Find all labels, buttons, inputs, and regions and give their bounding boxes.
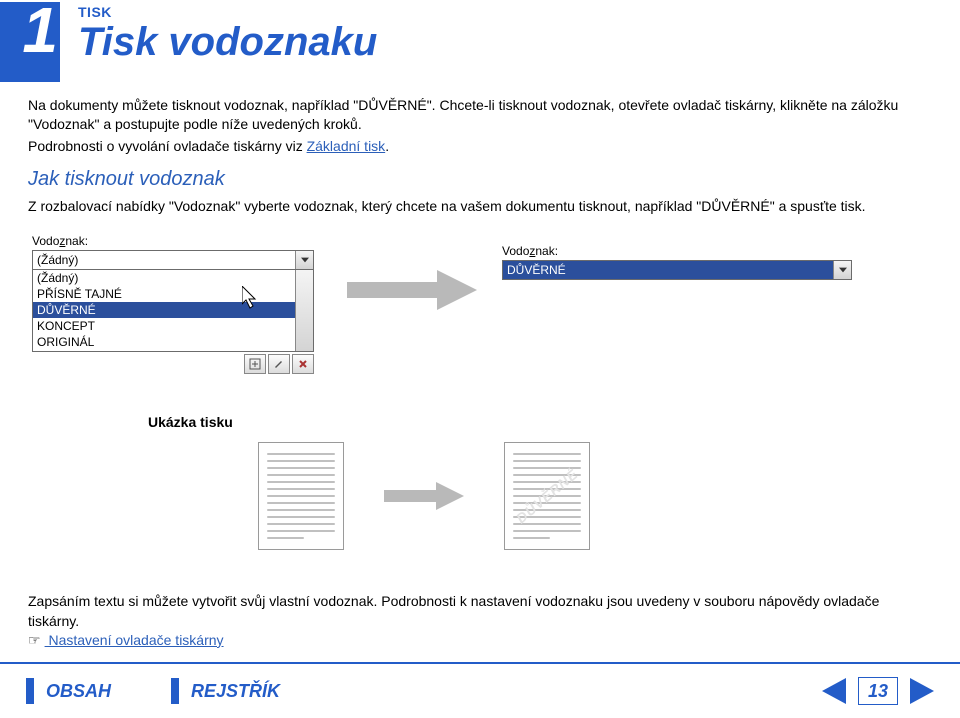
lower-note: Zapsáním textu si můžete vytvořit svůj v… bbox=[28, 592, 920, 650]
step-title: Jak tisknout vodoznak bbox=[28, 168, 920, 191]
field-label-right: Vodoznak: bbox=[502, 244, 920, 258]
list-item[interactable]: ORIGINÁL bbox=[33, 334, 313, 350]
list-item[interactable]: KONCEPT bbox=[33, 318, 313, 334]
sample-row: DŮVĚRNÉ bbox=[258, 442, 920, 550]
pager: 13 bbox=[822, 677, 934, 705]
field-label-left: Vodoznak: bbox=[32, 234, 322, 248]
index-button[interactable]: REJSTŘÍK bbox=[171, 678, 280, 704]
sample-title: Ukázka tisku bbox=[148, 414, 920, 430]
arrow-right-icon bbox=[384, 481, 464, 511]
add-button[interactable] bbox=[244, 354, 266, 374]
intro-paragraph-1: Na dokumenty můžete tisknout vodoznak, n… bbox=[28, 96, 920, 135]
intro-p2-suffix: . bbox=[385, 138, 389, 154]
combobox-selected-value: DŮVĚRNÉ bbox=[503, 261, 833, 279]
page-header: 1 TISK Tisk vodoznaku bbox=[0, 0, 960, 82]
combobox-value: (Žádný) bbox=[33, 253, 295, 267]
watermark-dropdown-open: Vodoznak: (Žádný) (Žádný) PŘÍSNĚ TAJNÉ D… bbox=[32, 234, 322, 374]
intro-paragraph-2: Podrobnosti o vyvolání ovladače tiskárny… bbox=[28, 137, 920, 156]
arrow-right-icon bbox=[332, 234, 492, 312]
chapter-badge: 1 bbox=[0, 2, 60, 82]
chapter-number: 1 bbox=[22, 2, 54, 60]
toc-button[interactable]: OBSAH bbox=[26, 678, 111, 704]
index-label: REJSTŘÍK bbox=[191, 681, 280, 702]
section-label: TISK bbox=[78, 4, 377, 20]
intro-p2-prefix: Podrobnosti o vyvolání ovladače tiskárny… bbox=[28, 138, 307, 154]
list-item-selected[interactable]: DŮVĚRNÉ bbox=[33, 302, 313, 318]
watermark-listbox[interactable]: (Žádný) PŘÍSNĚ TAJNÉ DŮVĚRNÉ KONCEPT ORI… bbox=[32, 270, 314, 352]
page-number: 13 bbox=[858, 677, 898, 705]
document-after: DŮVĚRNÉ bbox=[504, 442, 590, 550]
list-item[interactable]: (Žádný) bbox=[33, 270, 313, 286]
page-title: Tisk vodoznaku bbox=[78, 22, 377, 62]
watermark-dropdown-closed: Vodoznak: DŮVĚRNÉ bbox=[502, 234, 920, 280]
pointer-icon: ☞ bbox=[28, 632, 41, 648]
lower-p1: Zapsáním textu si můžete vytvořit svůj v… bbox=[28, 592, 920, 631]
dialog-toolbar bbox=[32, 354, 314, 374]
prev-page-button[interactable] bbox=[822, 678, 846, 704]
edit-button[interactable] bbox=[268, 354, 290, 374]
link-basic-print[interactable]: Základní tisk bbox=[307, 138, 386, 154]
document-before bbox=[258, 442, 344, 550]
step-description: Z rozbalovací nabídky "Vodoznak" vyberte… bbox=[28, 197, 920, 216]
scrollbar[interactable] bbox=[295, 270, 313, 351]
cursor-icon bbox=[242, 286, 264, 312]
watermark-combobox-result[interactable]: DŮVĚRNÉ bbox=[502, 260, 852, 280]
toc-label: OBSAH bbox=[46, 681, 111, 702]
chevron-down-icon[interactable] bbox=[833, 261, 851, 279]
next-page-button[interactable] bbox=[910, 678, 934, 704]
list-item[interactable]: PŘÍSNĚ TAJNÉ bbox=[33, 286, 313, 302]
footer-bar-icon bbox=[26, 678, 34, 704]
dialog-illustration: Vodoznak: (Žádný) (Žádný) PŘÍSNĚ TAJNÉ D… bbox=[32, 234, 920, 374]
link-driver-settings[interactable]: Nastavení ovladače tiskárny bbox=[45, 632, 224, 648]
watermark-combobox[interactable]: (Žádný) bbox=[32, 250, 314, 270]
delete-button[interactable] bbox=[292, 354, 314, 374]
page-footer: OBSAH REJSTŘÍK 13 bbox=[0, 662, 960, 718]
chevron-down-icon[interactable] bbox=[295, 251, 313, 269]
footer-bar-icon bbox=[171, 678, 179, 704]
